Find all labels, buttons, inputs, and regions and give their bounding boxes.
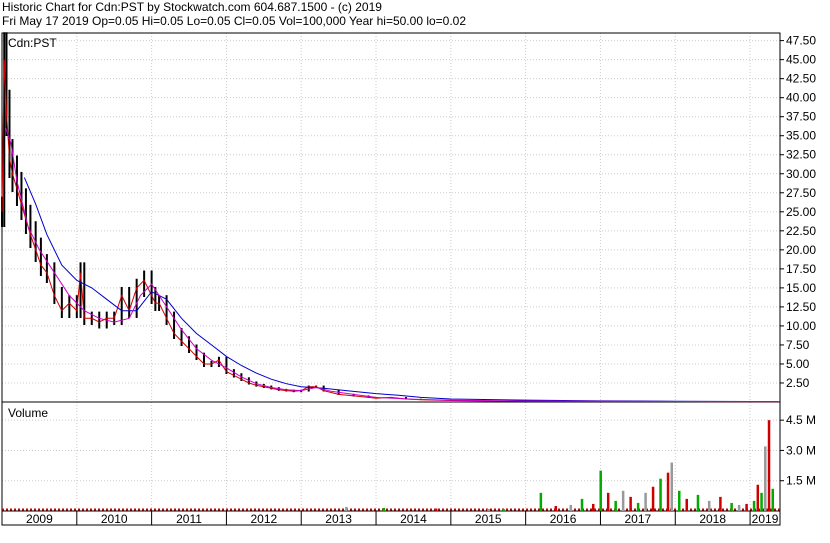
price-tick-label: 17.50 — [786, 262, 816, 276]
price-tick-label: 45.00 — [786, 53, 816, 67]
volume-tick-label: 4.5 M — [786, 413, 816, 427]
volume-bar — [345, 506, 348, 511]
volume-bar — [606, 492, 610, 511]
price-tick-label: 42.50 — [786, 72, 816, 86]
volume-bar — [745, 503, 748, 511]
volume-bar — [651, 486, 655, 511]
volume-bar — [644, 492, 647, 511]
year-label: 2015 — [475, 512, 502, 526]
price-tick-label: 15.00 — [786, 281, 816, 295]
volume-bar — [629, 496, 632, 511]
price-tick-label: 7.50 — [786, 338, 810, 352]
volume-bar — [382, 507, 386, 511]
price-tick-label: 5.00 — [786, 357, 810, 371]
price-tick-label: 47.50 — [786, 34, 816, 48]
y-axis-ticks: 47.50 45.00 42.50 40.00 37.50 35.00 32.50 30.00… — [780, 34, 816, 488]
price-tick-label: 27.50 — [786, 186, 816, 200]
price-tick-label: 20.00 — [786, 243, 816, 257]
year-label: 2014 — [400, 512, 427, 526]
x-axis-ticks: 2009 2010 2011 2012 2013 2014 2015 2016 2017 2018… — [26, 511, 779, 526]
volume-bar — [659, 478, 662, 511]
price-tick-label: 35.00 — [786, 129, 816, 143]
year-label: 2018 — [699, 512, 726, 526]
volume-bar — [756, 484, 760, 511]
volume-panel-title: Volume — [8, 406, 48, 420]
moving-average-short-line — [5, 127, 779, 403]
volume-bar — [621, 490, 625, 511]
year-label: 2012 — [250, 512, 277, 526]
price-tick-label: 12.50 — [786, 300, 816, 314]
price-tick-label: 32.50 — [786, 148, 816, 162]
volume-bar — [591, 503, 595, 511]
volume-bar — [539, 492, 543, 511]
volume-bar — [764, 446, 767, 511]
volume-bar — [554, 505, 558, 511]
price-panel-frame — [1, 32, 781, 403]
year-label: 2011 — [176, 512, 202, 526]
volume-bar — [707, 500, 711, 511]
grid-layer — [2, 33, 780, 511]
price-tick-label: 10.00 — [786, 319, 816, 333]
volume-bar — [771, 488, 775, 511]
price-tick-label: 30.00 — [786, 167, 816, 181]
year-label: 2019 — [752, 512, 779, 526]
volume-bar — [569, 504, 573, 511]
volume-bar — [614, 500, 617, 511]
price-panel-title: Cdn:PST — [8, 36, 57, 50]
stock-chart: Cdn:PST Volume 47.50 45.00 42.50 40.00 37.50… — [1, 32, 816, 526]
volume-bar — [599, 470, 602, 511]
volume-bar — [685, 498, 688, 511]
year-label: 2016 — [550, 512, 577, 526]
volume-bar — [737, 504, 741, 511]
volume-bar — [666, 472, 670, 511]
year-label: 2013 — [325, 512, 352, 526]
volume-bar — [502, 508, 505, 511]
price-bars — [1, 32, 780, 402]
volume-bar — [730, 502, 733, 511]
price-tick-label: 2.50 — [786, 376, 810, 390]
volume-bar — [434, 508, 438, 511]
volume-bars — [2, 420, 780, 511]
volume-bar — [752, 500, 756, 511]
volume-tick-label: 3.0 M — [786, 443, 816, 457]
price-tick-label: 25.00 — [786, 205, 816, 219]
year-label: 2009 — [26, 512, 53, 526]
year-label: 2017 — [625, 512, 652, 526]
volume-bar — [636, 502, 640, 511]
volume-bar — [678, 490, 681, 511]
volume-bar — [760, 492, 763, 511]
year-label: 2010 — [101, 512, 128, 526]
volume-bar — [580, 498, 584, 511]
price-tick-label: 37.50 — [786, 110, 816, 124]
volume-bar — [767, 420, 771, 511]
volume-bar — [696, 494, 700, 511]
volume-bar — [670, 462, 674, 511]
volume-bar — [719, 496, 722, 511]
volume-panel-frame — [1, 401, 781, 512]
volume-tick-label: 1.5 M — [786, 474, 816, 488]
price-tick-label: 22.50 — [786, 224, 816, 238]
price-tick-label: 40.00 — [786, 91, 816, 105]
volume-bar — [487, 508, 490, 511]
